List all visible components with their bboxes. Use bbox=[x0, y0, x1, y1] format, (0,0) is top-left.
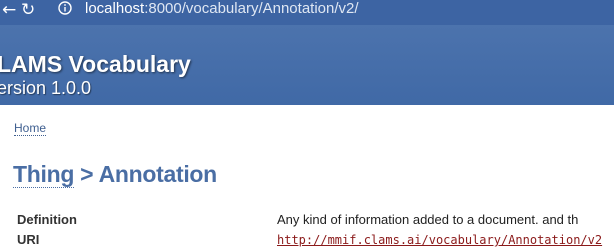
parent-class-link[interactable]: Thing bbox=[13, 161, 74, 188]
site-header: LAMS Vocabulary ersion 1.0.0 bbox=[0, 25, 614, 105]
title-separator: > bbox=[74, 161, 99, 187]
uri-link[interactable]: http://mmif.clams.ai/vocabulary/Annotati… bbox=[277, 233, 602, 247]
url-path: :8000/vocabulary/Annotation/v2/ bbox=[144, 0, 359, 17]
site-version: ersion 1.0.0 bbox=[0, 78, 92, 98]
browser-toolbar: ← ↻ localhost:8000/vocabulary/Annotation… bbox=[0, 0, 614, 26]
uri-value: http://mmif.clams.ai/vocabulary/Annotati… bbox=[277, 232, 602, 248]
address-bar[interactable]: localhost:8000/vocabulary/Annotation/v2/ bbox=[85, 0, 359, 18]
url-host: localhost bbox=[85, 0, 145, 17]
reload-icon[interactable]: ↻ bbox=[21, 1, 35, 19]
breadcrumb-home-link[interactable]: Home bbox=[14, 121, 47, 136]
definition-value: Any kind of information added to a docum… bbox=[277, 212, 579, 227]
definition-label: Definition bbox=[17, 212, 77, 227]
site-title: LAMS Vocabulary bbox=[0, 51, 191, 77]
current-class-label: Annotation bbox=[98, 161, 218, 187]
page-title: Thing > Annotation bbox=[13, 161, 218, 188]
site-info-icon[interactable] bbox=[58, 1, 72, 15]
arrow-left-icon[interactable]: ← bbox=[2, 1, 16, 19]
uri-label: URI bbox=[17, 232, 40, 247]
